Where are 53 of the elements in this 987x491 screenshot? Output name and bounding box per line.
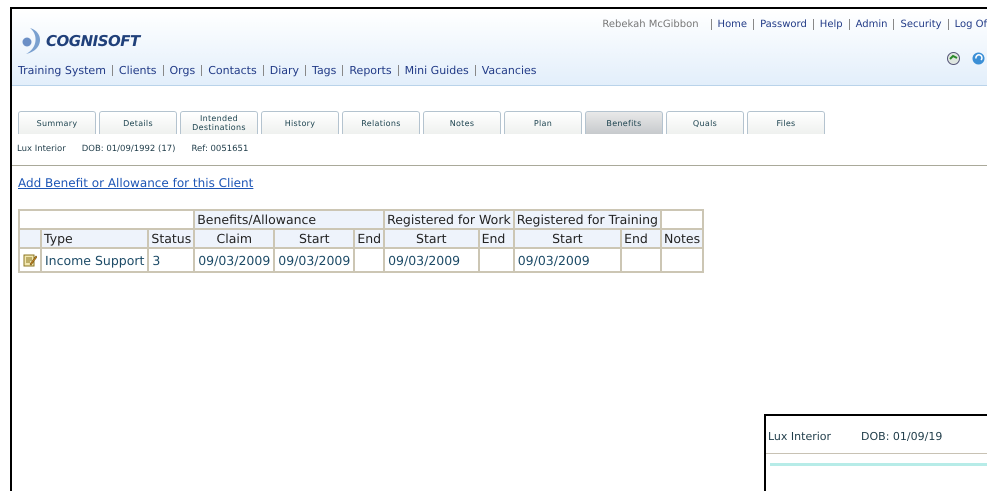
group-header: Benefits/Allowance <box>194 210 384 229</box>
table-cell: 3 <box>148 248 194 272</box>
edit-note-icon[interactable] <box>23 253 37 267</box>
nav-link[interactable]: Training System <box>18 64 106 77</box>
group-header: Registered for Work <box>384 210 514 229</box>
logo-text: COGNISOFT <box>46 32 140 50</box>
nav-link[interactable]: Clients <box>118 64 156 77</box>
header-link[interactable]: Help <box>820 19 843 30</box>
column-header: End <box>478 229 514 248</box>
client-ref: Ref: 0051651 <box>192 144 248 154</box>
column-header: End <box>621 229 661 248</box>
tab[interactable]: Benefits <box>585 111 663 134</box>
client-dob: DOB: 01/09/1992 (17) <box>82 144 176 154</box>
client-name: Lux Interior <box>17 144 66 154</box>
tab[interactable]: Intended Destinations <box>180 111 258 134</box>
table-cell: Income Support <box>41 248 148 272</box>
column-header: Start <box>384 229 479 248</box>
nav-link[interactable]: Orgs <box>170 64 196 77</box>
nav-link[interactable]: Contacts <box>208 64 257 77</box>
tab[interactable]: Details <box>99 111 177 134</box>
nav-link[interactable]: Reports <box>349 64 392 77</box>
tab[interactable]: Notes <box>423 111 501 134</box>
tab[interactable]: Summary <box>18 111 96 134</box>
tab[interactable]: Plan <box>504 111 582 134</box>
column-header: End <box>354 229 384 248</box>
header-link[interactable]: Admin <box>856 19 888 30</box>
header-link[interactable]: Password <box>760 19 807 30</box>
tab[interactable]: Relations <box>342 111 420 134</box>
add-benefit-link[interactable]: Add Benefit or Allowance for this Client <box>18 176 254 190</box>
group-header: Registered for Training <box>514 210 661 229</box>
header-link[interactable]: Log Of <box>954 19 987 30</box>
tab[interactable]: Quals <box>666 111 744 134</box>
column-header: Start <box>514 229 622 248</box>
table-cell: 09/03/2009 <box>194 248 274 272</box>
column-header: Status <box>148 229 194 248</box>
tab[interactable]: History <box>261 111 339 134</box>
header-link[interactable]: Security <box>900 19 942 30</box>
column-header: Type <box>41 229 148 248</box>
nav-link[interactable]: Diary <box>270 64 300 77</box>
client-name: Lux Interior <box>768 430 832 443</box>
table-cell: 09/03/2009 <box>514 248 622 272</box>
table-cell: 09/03/2009 <box>384 248 479 272</box>
client-dob: DOB: 01/09/19 <box>861 430 942 443</box>
table-cell: 09/03/2009 <box>274 248 354 272</box>
column-header: Notes <box>660 229 704 248</box>
nav-link[interactable]: Tags <box>312 64 336 77</box>
nav-link[interactable]: Mini Guides <box>404 64 469 77</box>
column-header: Claim <box>194 229 274 248</box>
tab[interactable]: Files <box>747 111 825 134</box>
header-link[interactable]: Home <box>718 19 748 30</box>
column-header: Start <box>274 229 354 248</box>
user-name: Rebekah McGibbon <box>602 19 700 30</box>
nav-link[interactable]: Vacancies <box>482 64 536 77</box>
